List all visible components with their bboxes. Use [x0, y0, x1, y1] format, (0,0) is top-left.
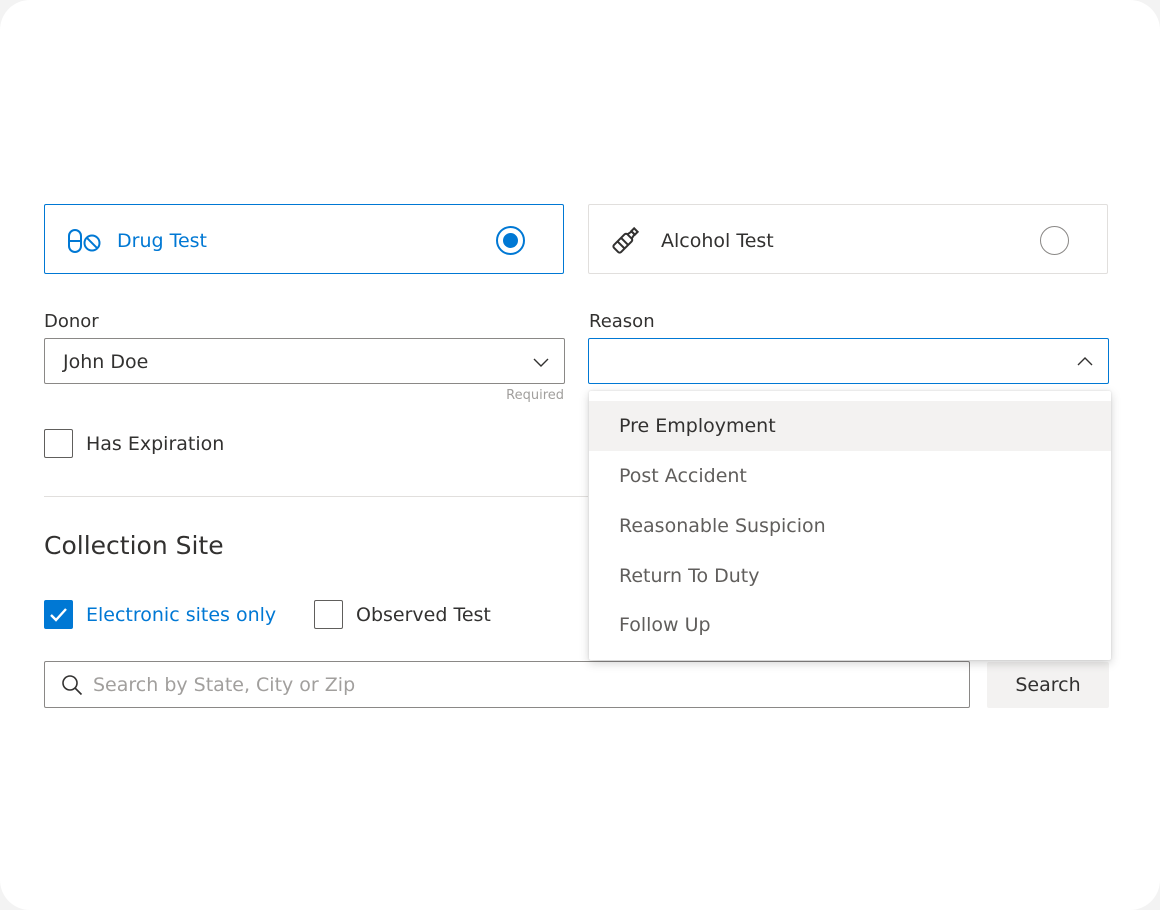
has-expiration-checkbox[interactable] [44, 429, 73, 458]
site-search-input[interactable] [93, 670, 953, 700]
reason-dropdown[interactable] [588, 338, 1109, 384]
reason-option-follow-up[interactable]: Follow Up [589, 600, 1111, 650]
reason-option-reasonable-suspicion[interactable]: Reasonable Suspicion [589, 501, 1111, 551]
search-button[interactable]: Search [987, 662, 1109, 708]
alcohol-test-option[interactable]: Alcohol Test [588, 204, 1108, 274]
alcohol-test-label: Alcohol Test [661, 230, 774, 252]
alcohol-test-radio[interactable] [1040, 226, 1069, 255]
observed-test-label: Observed Test [356, 604, 491, 626]
observed-test-checkbox[interactable] [314, 600, 343, 629]
donor-value: John Doe [63, 351, 149, 373]
donor-required-hint: Required [506, 388, 564, 403]
drug-test-label: Drug Test [117, 230, 207, 252]
reason-label: Reason [589, 311, 655, 332]
reason-option-pre-employment[interactable]: Pre Employment [589, 401, 1111, 451]
pills-icon [67, 228, 101, 254]
test-order-form: Drug Test Alcohol Test Donor John Doe Re… [0, 0, 1160, 910]
site-search-box [44, 661, 970, 708]
divider [44, 496, 588, 497]
reason-option-post-accident[interactable]: Post Accident [589, 451, 1111, 501]
reason-options-menu: Pre Employment Post Accident Reasonable … [589, 391, 1111, 660]
checkmark-icon [50, 608, 67, 622]
has-expiration-label: Has Expiration [86, 433, 225, 455]
donor-label: Donor [44, 311, 99, 332]
chevron-up-icon [1076, 353, 1094, 371]
electronic-sites-label: Electronic sites only [86, 604, 277, 626]
donor-dropdown[interactable]: John Doe [44, 338, 565, 384]
electronic-sites-checkbox[interactable] [44, 600, 73, 629]
search-icon [61, 674, 83, 696]
collection-site-title: Collection Site [44, 531, 224, 560]
bottle-icon [611, 226, 645, 254]
drug-test-radio[interactable] [496, 226, 525, 255]
reason-option-return-to-duty[interactable]: Return To Duty [589, 551, 1111, 601]
drug-test-option[interactable]: Drug Test [44, 204, 564, 274]
chevron-down-icon [532, 353, 550, 371]
